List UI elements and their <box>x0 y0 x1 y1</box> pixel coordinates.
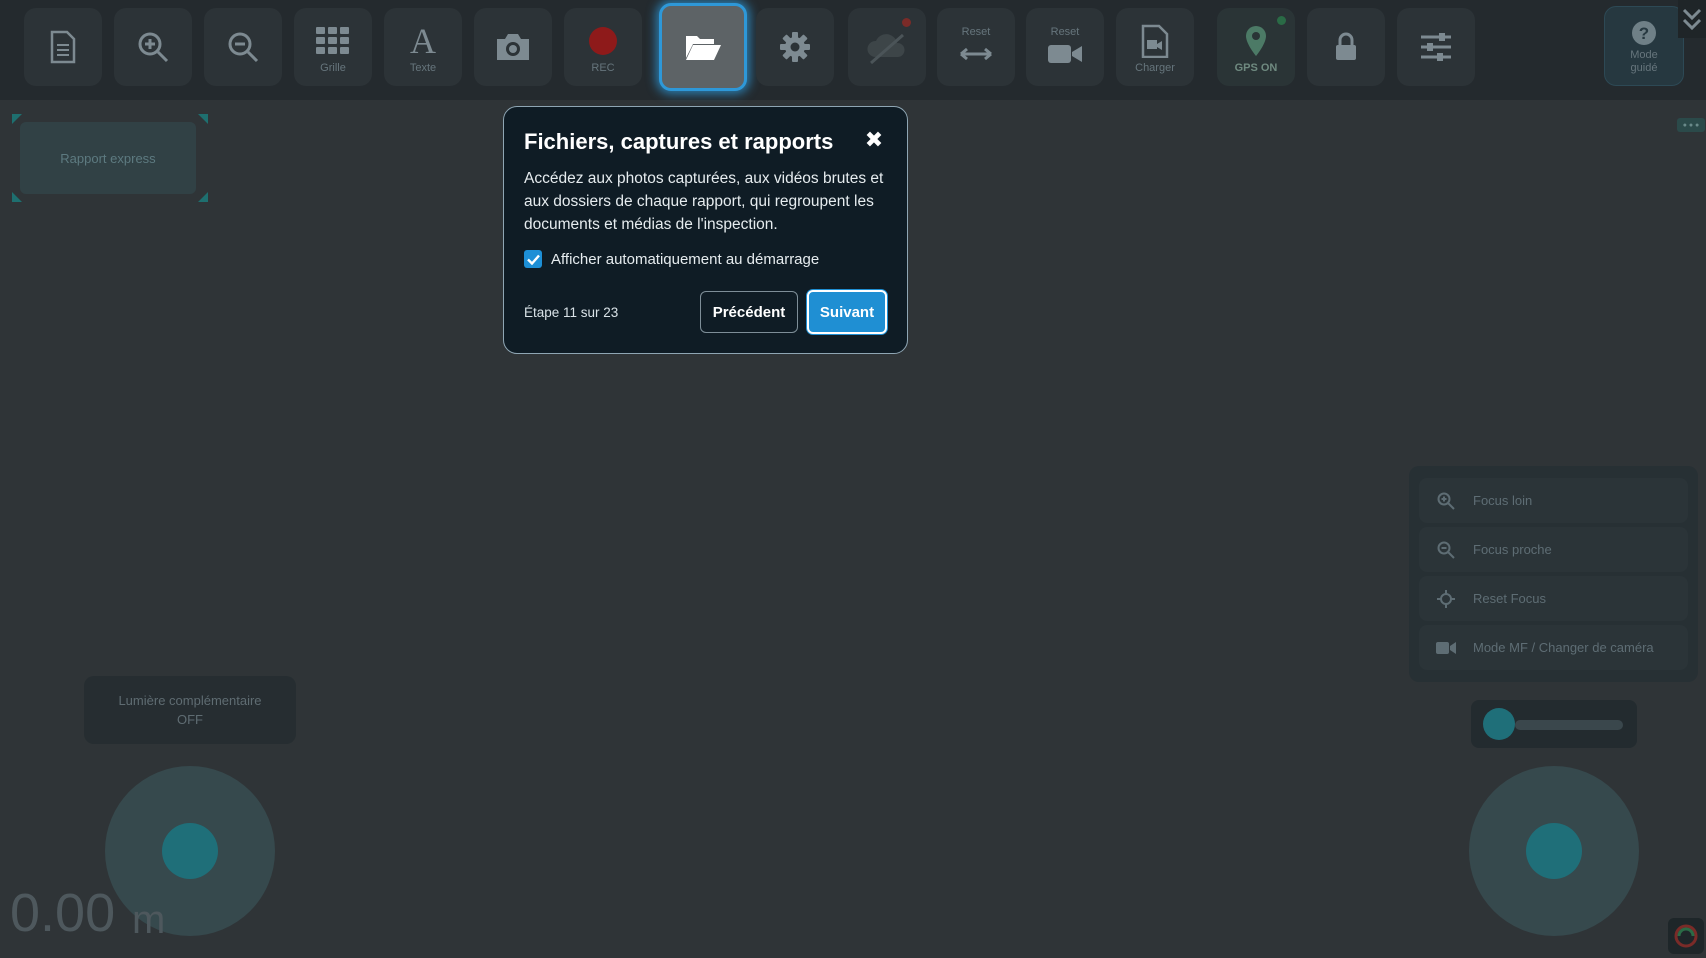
lock-icon <box>1334 27 1358 67</box>
grid-label: Grille <box>320 61 346 74</box>
zoom-slider[interactable] <box>1471 700 1637 748</box>
record-icon <box>589 21 617 61</box>
popover-footer: Étape 11 sur 23 Précédent Suivant <box>524 290 887 334</box>
checkmark-icon <box>526 254 540 265</box>
guided-mode-label-1: Mode <box>1630 49 1658 61</box>
zoom-out-icon <box>1435 541 1457 559</box>
question-icon: ? <box>1631 18 1657 48</box>
focus-near-label: Focus proche <box>1473 542 1552 557</box>
auto-show-checkbox[interactable] <box>524 250 542 268</box>
video-camera-icon <box>1435 641 1457 655</box>
reset-camera-button[interactable]: Reset <box>1026 8 1104 86</box>
status-indicator-icon[interactable] <box>1668 918 1704 954</box>
cloud-off-icon <box>865 18 911 67</box>
light-state: OFF <box>177 712 203 727</box>
zoom-out-icon <box>226 27 260 67</box>
grid-icon <box>316 21 350 61</box>
slider-track[interactable] <box>1515 720 1623 730</box>
charger-label: Charger <box>1135 61 1175 74</box>
text-icon: A <box>410 20 436 61</box>
camera-icon <box>494 27 532 67</box>
focus-near-button[interactable]: Focus proche <box>1419 527 1688 572</box>
text-button[interactable]: A Texte <box>384 8 462 86</box>
cloud-button[interactable] <box>848 8 926 86</box>
focus-panel: Focus loin Focus proche Reset Focus Mode… <box>1409 466 1698 682</box>
popover-title: Fichiers, captures et rapports <box>524 129 834 154</box>
map-pin-icon <box>1245 21 1267 61</box>
sliders-icon <box>1419 27 1453 67</box>
focus-far-button[interactable]: Focus loin <box>1419 478 1688 523</box>
chevron-down-icon <box>1682 8 1702 30</box>
gear-icon <box>779 27 811 67</box>
zoom-in-icon <box>136 27 170 67</box>
distance-readout: 0.00 <box>10 883 116 943</box>
status-badge: ● ● ● <box>1677 118 1705 132</box>
light-label: Lumière complémentaire <box>118 693 262 708</box>
svg-text:?: ? <box>1639 24 1649 43</box>
document-icon <box>48 27 78 67</box>
reset-camera-label: Reset <box>1050 25 1080 38</box>
right-joystick-knob[interactable] <box>1526 823 1582 879</box>
guided-mode-button[interactable]: ? Mode guidé <box>1604 6 1684 86</box>
folder-open-icon <box>684 27 722 67</box>
lock-button[interactable] <box>1307 8 1385 86</box>
zoom-in-icon <box>1435 492 1457 510</box>
step-counter: Étape 11 sur 23 <box>524 304 619 320</box>
file-video-icon <box>1140 21 1170 61</box>
rec-button[interactable]: REC <box>564 8 642 86</box>
grid-button[interactable]: Grille <box>294 8 372 86</box>
zoom-out-button[interactable] <box>204 8 282 86</box>
auto-show-checkbox-row[interactable]: Afficher automatiquement au démarrage <box>524 250 887 268</box>
crosshair-icon <box>1435 589 1457 608</box>
auto-show-label: Afficher automatiquement au démarrage <box>551 250 820 268</box>
charger-button[interactable]: Charger <box>1116 8 1194 86</box>
popover-description: Accédez aux photos capturées, aux vidéos… <box>524 170 884 233</box>
close-icon[interactable]: ✖ <box>863 129 885 151</box>
complementary-light-button[interactable]: Lumière complémentaire OFF <box>84 676 296 744</box>
document-button[interactable] <box>24 8 102 86</box>
rec-label: REC <box>591 61 615 74</box>
reset-focus-button[interactable]: Reset Focus <box>1419 576 1688 621</box>
video-camera-icon <box>1047 40 1083 68</box>
next-button[interactable]: Suivant <box>807 290 887 334</box>
guide-popover: Fichiers, captures et rapports ✖ Accédez… <box>503 106 908 354</box>
gps-button[interactable]: GPS ON <box>1217 8 1295 86</box>
sliders-button[interactable] <box>1397 8 1475 86</box>
text-label: Texte <box>409 61 437 74</box>
rapport-corner-handles <box>12 114 208 202</box>
files-button[interactable] <box>659 3 747 91</box>
mf-mode-label: Mode MF / Changer de caméra <box>1473 640 1654 655</box>
left-joystick-knob[interactable] <box>162 823 218 879</box>
previous-button[interactable]: Précédent <box>700 291 798 333</box>
reset-position-button[interactable]: Reset <box>937 8 1015 86</box>
mf-mode-button[interactable]: Mode MF / Changer de caméra <box>1419 625 1688 670</box>
settings-button[interactable] <box>756 8 834 86</box>
focus-far-label: Focus loin <box>1473 493 1533 508</box>
reset-focus-label: Reset Focus <box>1473 591 1546 606</box>
slider-knob[interactable] <box>1483 708 1515 740</box>
zoom-in-button[interactable] <box>114 8 192 86</box>
top-toolbar: Grille A Texte REC Reset Reset Charger G… <box>0 0 1706 100</box>
camera-button[interactable] <box>474 8 552 86</box>
collapse-toolbar-button[interactable] <box>1678 0 1706 38</box>
distance-unit: m <box>132 898 166 942</box>
horizontal-arrows-icon <box>959 40 993 68</box>
gps-label: GPS ON <box>1234 61 1278 74</box>
guided-mode-label-2: guidé <box>1630 62 1658 74</box>
reset-position-label: Reset <box>961 25 991 38</box>
